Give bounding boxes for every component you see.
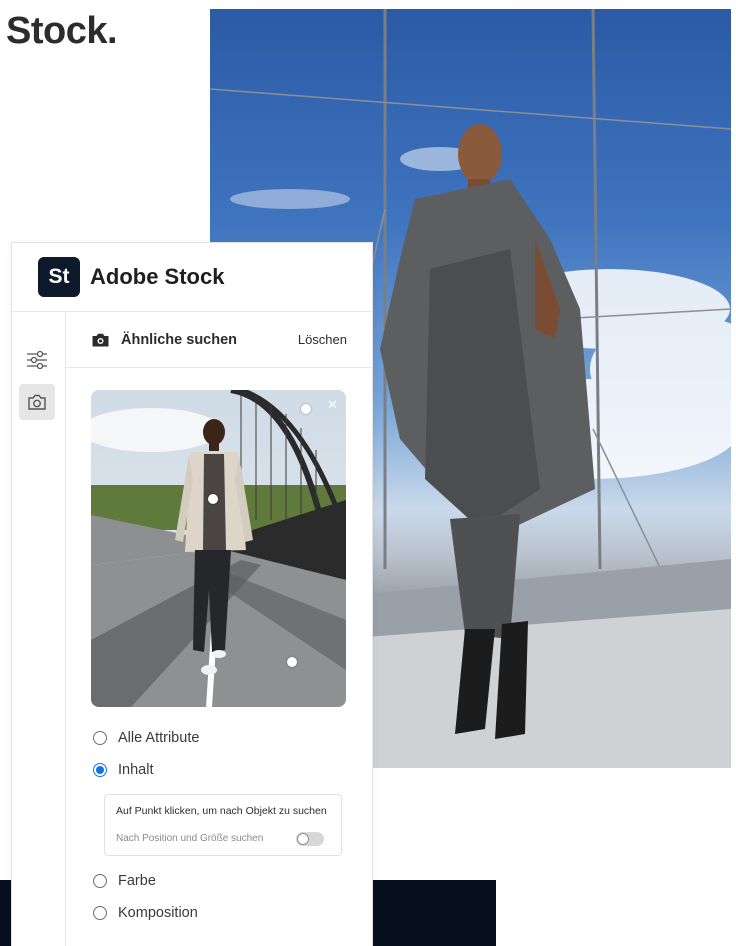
similar-search-title: Ähnliche suchen <box>121 331 238 348</box>
radio-button[interactable] <box>93 731 107 745</box>
radio-button[interactable] <box>93 906 107 920</box>
side-rail <box>12 312 66 946</box>
position-size-label: Nach Position und Größe suchen <box>116 833 264 844</box>
option-label: Farbe <box>118 873 156 889</box>
content-options-box: Auf Punkt klicken, um nach Objekt zu suc… <box>104 794 342 856</box>
object-hotspot[interactable] <box>301 404 311 414</box>
radio-button[interactable] <box>93 763 107 777</box>
search-panel: St Adobe Stock Ähnliche suchen Löschen ✕… <box>12 243 372 946</box>
reference-image: ✕ <box>91 390 346 707</box>
close-icon[interactable]: ✕ <box>327 397 338 413</box>
camera-icon <box>28 394 46 410</box>
filters-icon <box>27 350 47 370</box>
click-point-hint: Auf Punkt klicken, um nach Objekt zu suc… <box>116 805 327 817</box>
option-all-attributes[interactable]: Alle Attribute <box>93 730 199 746</box>
panel-header: St Adobe Stock <box>12 243 372 312</box>
option-content[interactable]: Inhalt <box>93 762 153 778</box>
visual-search-button[interactable] <box>19 384 55 420</box>
filters-button[interactable] <box>19 342 55 378</box>
similar-search-bar: Ähnliche suchen Löschen <box>66 312 372 368</box>
option-label: Alle Attribute <box>118 730 200 746</box>
option-color[interactable]: Farbe <box>93 873 156 889</box>
search-content: Ähnliche suchen Löschen ✕ Alle Attribute… <box>66 312 372 946</box>
brand-name: Adobe Stock <box>90 264 225 289</box>
page-heading: Stock. <box>6 10 118 52</box>
camera-icon <box>92 333 109 346</box>
adobe-stock-logo: St <box>38 257 80 297</box>
option-label: Inhalt <box>118 762 154 778</box>
clear-button[interactable]: Löschen <box>298 332 347 347</box>
object-hotspot[interactable] <box>208 494 218 504</box>
position-size-toggle[interactable] <box>296 832 324 846</box>
option-composition[interactable]: Komposition <box>93 905 198 921</box>
object-hotspot[interactable] <box>287 657 297 667</box>
option-label: Komposition <box>118 905 198 921</box>
radio-button[interactable] <box>93 874 107 888</box>
